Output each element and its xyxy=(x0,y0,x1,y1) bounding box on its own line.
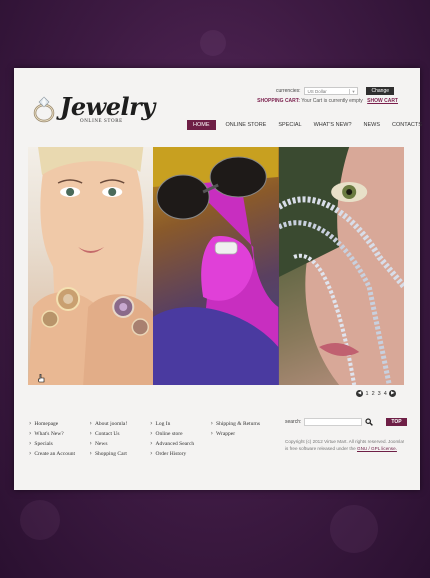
footer-link-online-store[interactable]: Online store xyxy=(150,429,211,439)
slideshow-pager: ◀ 1 2 3 4 ▶ xyxy=(356,390,397,397)
logo-subtitle: online store xyxy=(80,119,123,124)
currency-label: currencies: xyxy=(276,88,301,94)
chevron-down-icon: ▼ xyxy=(348,88,355,94)
footer-col-2: About joomla! Contact Us News Shopping C… xyxy=(90,419,151,459)
model-rings-illustration xyxy=(28,147,154,385)
bokeh-light xyxy=(330,505,378,553)
footer-link-advanced-search[interactable]: Advanced Search xyxy=(150,439,211,449)
footer-col-1: Homepage What's New? Specials Create an … xyxy=(29,419,90,459)
cart-status-text: Your Cart is currently empty xyxy=(301,98,363,104)
footer-col-4: Shipping & Returns Wrapper xyxy=(211,419,279,459)
logo-title: Jewelry xyxy=(60,92,155,121)
page-4[interactable]: 4 xyxy=(383,391,387,397)
nav-item-special[interactable]: Special xyxy=(272,120,307,130)
footer-link-login[interactable]: Log In xyxy=(150,419,211,429)
top-button[interactable]: TOP xyxy=(386,418,407,426)
cart-status: Shopping Cart: Your Cart is currently em… xyxy=(257,98,398,104)
license-link[interactable]: GNU / GPL license. xyxy=(357,446,397,451)
nav-item-whats-new[interactable]: What's new? xyxy=(308,120,358,130)
nav-item-news[interactable]: News xyxy=(358,120,387,130)
footer-link-order-history[interactable]: Order History xyxy=(150,449,211,459)
currency-selector: currencies: US Dollar ▼ Change xyxy=(276,87,394,95)
copyright: Copyright (c) 2012 Virtue Mart. All righ… xyxy=(285,438,407,452)
footer-link-contact[interactable]: Contact Us xyxy=(90,429,151,439)
footer-links: Homepage What's New? Specials Create an … xyxy=(29,419,279,459)
footer-link-create-account[interactable]: Create an Account xyxy=(29,449,90,459)
show-cart-link[interactable]: Show Cart xyxy=(367,98,398,104)
arrow-right-icon[interactable]: ▶ xyxy=(389,390,397,397)
nav-item-home[interactable]: Home xyxy=(187,120,216,130)
logo[interactable]: Jewelry online store xyxy=(32,92,155,128)
footer-link-about[interactable]: About joomla! xyxy=(90,419,151,429)
footer-col-3: Log In Online store Advanced Search Orde… xyxy=(150,419,211,459)
model-sunglasses-illustration xyxy=(153,147,279,385)
search-bar: search: TOP xyxy=(285,418,407,426)
search-icon[interactable] xyxy=(365,418,374,426)
hand-cursor-icon xyxy=(38,374,45,383)
bokeh-light xyxy=(200,30,226,56)
nav-item-contacts[interactable]: Contacts xyxy=(386,120,428,130)
footer-link-shipping-returns[interactable]: Shipping & Returns xyxy=(211,419,279,429)
currency-value: US Dollar xyxy=(307,88,327,94)
footer-link-whats-new[interactable]: What's New? xyxy=(29,429,90,439)
page-2[interactable]: 2 xyxy=(371,391,375,397)
search-input[interactable] xyxy=(304,418,363,426)
footer-link-specials[interactable]: Specials xyxy=(29,439,90,449)
model-jeweled-veil-image xyxy=(278,147,404,385)
main-nav: Home Online store Special What's new? Ne… xyxy=(187,120,428,130)
model-rings-image xyxy=(28,147,154,385)
footer-link-wrapper[interactable]: Wrapper xyxy=(211,429,279,439)
page-1[interactable]: 1 xyxy=(365,391,369,397)
cart-title: Shopping Cart: xyxy=(257,98,300,104)
model-veil-illustration xyxy=(278,147,404,385)
page-3[interactable]: 3 xyxy=(377,391,381,397)
ring-icon xyxy=(33,96,55,123)
footer-link-shopping-cart[interactable]: Shopping Cart xyxy=(90,449,151,459)
nav-item-online-store[interactable]: Online store xyxy=(220,120,273,130)
search-label: search: xyxy=(285,419,302,425)
slideshow-gallery[interactable] xyxy=(28,147,404,385)
currency-select[interactable]: US Dollar ▼ xyxy=(304,87,359,95)
arrow-left-icon[interactable]: ◀ xyxy=(356,390,363,397)
model-sunglasses-image xyxy=(153,147,279,385)
footer-link-news[interactable]: News xyxy=(90,439,151,449)
footer-link-homepage[interactable]: Homepage xyxy=(29,419,90,429)
store-page: Jewelry online store currencies: US Doll… xyxy=(14,68,422,490)
bokeh-light xyxy=(20,500,60,540)
change-currency-button[interactable]: Change xyxy=(366,87,394,95)
